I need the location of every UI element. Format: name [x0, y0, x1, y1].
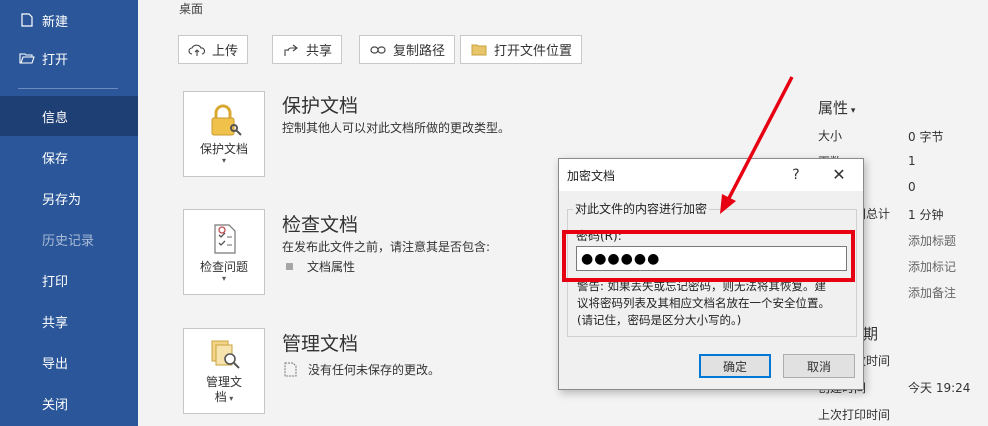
sidebar-item-print[interactable]: 打印: [0, 260, 138, 300]
sidebar-item-export[interactable]: 导出: [0, 342, 138, 382]
warning-line: 警告: 如果丢失或忘记密码，则无法将其恢复。建: [577, 279, 827, 293]
breadcrumb: 桌面: [179, 2, 204, 16]
upload-button[interactable]: 上传: [178, 35, 249, 64]
link-icon: [369, 42, 387, 58]
date-value-created: 今天 19:24: [908, 381, 971, 395]
sidebar-item-label: 导出: [42, 356, 69, 372]
encrypt-group-label: 对此文件的内容进行加密: [573, 200, 710, 217]
cancel-button[interactable]: 取消: [783, 354, 855, 378]
close-button[interactable]: ✕: [825, 163, 853, 187]
prop-value-size: 0 字节: [908, 130, 944, 144]
sidebar-item-new[interactable]: 新建: [0, 0, 138, 40]
sidebar-item-label: 保存: [42, 151, 69, 167]
manage-description: 没有任何未保存的更改。: [308, 363, 441, 377]
folder-open-icon: [18, 49, 36, 67]
protect-description: 控制其他人可以对此文档所做的更改类型。: [282, 121, 511, 135]
dialog-titlebar: 加密文档 ? ✕: [559, 159, 863, 191]
prop-label-size: 大小: [818, 129, 843, 143]
protect-document-button[interactable]: 保护文档 ▾: [183, 91, 265, 177]
date-label-printed: 上次打印时间: [818, 408, 891, 422]
share-icon: [282, 42, 300, 58]
sidebar-item-save-as[interactable]: 另存为: [0, 178, 138, 218]
properties-title: 属性: [818, 99, 849, 117]
sidebar-item-close[interactable]: 关闭: [0, 383, 138, 423]
password-label: 密码(R):: [576, 229, 622, 243]
cloud-upload-icon: [188, 42, 206, 58]
password-field[interactable]: ●●●●●●: [576, 246, 847, 271]
sidebar-item-label: 新建: [42, 14, 69, 30]
prop-value-edit-time: 1 分钟: [908, 208, 944, 222]
protect-button-label: 保护文档: [199, 141, 248, 156]
manage-status: 没有任何未保存的更改。: [284, 361, 440, 378]
sidebar-item-save[interactable]: 保存: [0, 137, 138, 177]
manage-label-line2: 档: [214, 390, 227, 404]
password-warning: 警告: 如果丢失或忘记密码，则无法将其恢复。建 议将密码列表及其相应文档名放在一…: [577, 278, 847, 329]
upload-label: 上传: [212, 44, 239, 59]
sidebar-item-label: 信息: [42, 110, 69, 126]
sidebar-item-label: 另存为: [42, 192, 82, 208]
sidebar-item-label: 历史记录: [42, 233, 95, 249]
chevron-down-icon: ▾: [221, 273, 226, 283]
manage-document-button[interactable]: 管理文 档 ▾: [183, 328, 265, 414]
bullet-icon: [286, 263, 293, 270]
encrypt-document-dialog: 加密文档 ? ✕ 对此文件的内容进行加密 密码(R): ●●●●●● 警告: 如…: [558, 158, 864, 390]
chevron-down-icon: ▾: [221, 155, 226, 165]
manage-label-line1: 管理文: [205, 375, 242, 389]
sidebar-item-label: 打开: [42, 52, 69, 68]
prop-value-pages: 1: [908, 154, 916, 168]
check-issues-label: 检查问题: [199, 259, 248, 274]
share-button[interactable]: 共享: [272, 35, 343, 64]
bullet-text: 文档属性: [307, 260, 356, 274]
chevron-down-icon: ▾: [848, 106, 856, 116]
sidebar-item-label: 共享: [42, 315, 69, 331]
warning-line: (请记住，密码是区分大小写的。): [577, 313, 742, 327]
sidebar-item-label: 关闭: [42, 397, 69, 413]
sidebar-item-share[interactable]: 共享: [0, 301, 138, 341]
inspect-document-icon: [214, 223, 236, 254]
copy-path-button[interactable]: 复制路径: [359, 35, 456, 64]
dialog-title: 加密文档: [567, 169, 616, 183]
help-button[interactable]: ?: [785, 163, 807, 187]
add-title-field[interactable]: 添加标题: [908, 232, 956, 249]
sidebar-item-open[interactable]: 打开: [0, 38, 138, 78]
sidebar-item-info[interactable]: 信息: [0, 96, 138, 136]
copy-path-label: 复制路径: [393, 44, 446, 59]
inspect-description: 在发布此文件之前，请注意其是否包含:: [282, 240, 491, 254]
prop-value-words: 0: [908, 180, 916, 194]
manage-button-label: 管理文 档 ▾: [206, 375, 242, 405]
inspect-bullet: 文档属性: [286, 258, 355, 275]
manage-title: 管理文档: [282, 333, 359, 355]
warning-line: 议将密码列表及其相应文档名放在一个安全位置。: [577, 296, 830, 310]
sidebar-item-label: 打印: [42, 274, 69, 290]
lock-icon: [211, 104, 242, 136]
folder-icon: [470, 42, 488, 58]
document-icon: [284, 362, 297, 377]
inspect-title: 检查文档: [282, 214, 359, 236]
sidebar-item-history[interactable]: 历史记录: [0, 219, 138, 259]
sidebar-divider: [18, 88, 118, 89]
properties-header[interactable]: 属性 ▾: [818, 97, 855, 118]
share-label: 共享: [306, 44, 333, 59]
protect-title: 保护文档: [282, 95, 359, 117]
add-tags-field[interactable]: 添加标记: [908, 258, 956, 275]
open-location-label: 打开文件位置: [494, 44, 573, 59]
check-issues-button[interactable]: 检查问题 ▾: [183, 209, 265, 295]
backstage-sidebar: 新建 打开 信息 保存 另存为 历史记录 打印 共享 导出 关闭: [0, 0, 138, 426]
ok-button[interactable]: 确定: [699, 354, 771, 378]
open-file-location-button[interactable]: 打开文件位置: [460, 35, 583, 64]
new-icon: [18, 11, 36, 29]
manage-document-icon: [211, 340, 240, 369]
add-comments-field[interactable]: 添加备注: [908, 284, 956, 301]
chevron-down-icon: ▾: [226, 394, 234, 403]
